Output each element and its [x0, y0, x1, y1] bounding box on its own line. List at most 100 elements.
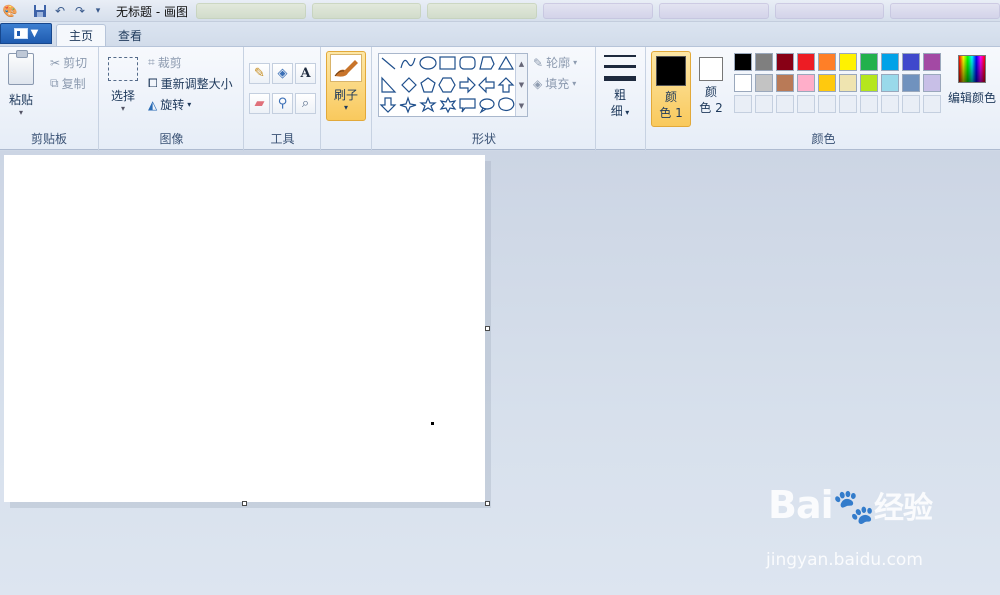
resize-handle-corner[interactable]	[485, 501, 490, 506]
undo-icon[interactable]: ↶	[52, 3, 68, 19]
pencil-tool[interactable]: ✎	[249, 63, 270, 84]
palette-swatch[interactable]	[818, 53, 836, 71]
eyedropper-icon: ⚲	[277, 96, 288, 111]
chevron-down-icon: ▾	[18, 108, 23, 117]
brush-group: 刷子 ▾	[322, 47, 372, 151]
copy-button[interactable]: ⧉ 复制	[50, 75, 86, 92]
palette-swatch[interactable]	[734, 53, 752, 71]
brush-label: 刷子	[333, 88, 358, 102]
tools-group-label: 工具	[270, 132, 295, 146]
drawing-workspace[interactable]: Bai🐾经验 jingyan.baidu.com	[0, 151, 1000, 595]
gallery-scrollbar[interactable]: ▲ ▼ ▼	[515, 54, 527, 116]
outline-button[interactable]: ✎ 轮廓 ▾	[533, 54, 577, 71]
magnifier-tool[interactable]: ⌕	[295, 93, 316, 114]
resize-handle-bottom[interactable]	[242, 501, 247, 506]
shapes-group: ▲ ▼ ▼ ✎ 轮廓 ▾ ◈ 填充 ▾ 形状	[373, 47, 596, 151]
custom-color-slot[interactable]	[923, 95, 941, 113]
customize-quick-access-icon[interactable]: ▾	[90, 3, 106, 19]
resize-button[interactable]: ⧠ 重新调整大小	[148, 75, 233, 92]
magnifier-icon: ⌕	[301, 96, 310, 111]
palette-swatch[interactable]	[797, 53, 815, 71]
custom-color-slot[interactable]	[839, 95, 857, 113]
custom-color-slot[interactable]	[734, 95, 752, 113]
scroll-up-icon[interactable]: ▲	[519, 60, 524, 68]
custom-color-slot[interactable]	[881, 95, 899, 113]
paste-label: 粘贴	[8, 93, 33, 107]
edit-colors-label: 编辑颜色	[947, 91, 996, 105]
edit-colors-button[interactable]: 编辑颜色	[946, 55, 998, 125]
palette-swatch[interactable]	[860, 74, 878, 92]
tab-view[interactable]: 查看	[106, 24, 154, 46]
palette-swatch[interactable]	[923, 74, 941, 92]
palette-swatch[interactable]	[902, 74, 920, 92]
color1-label: 颜色 1	[659, 90, 683, 120]
palette-swatch[interactable]	[839, 74, 857, 92]
chevron-down-icon: ▼	[30, 28, 39, 39]
custom-color-slot[interactable]	[776, 95, 794, 113]
fill-icon: ◈	[533, 76, 543, 91]
paint-app-icon[interactable]: 🎨	[2, 3, 18, 19]
palette-swatch[interactable]	[902, 53, 920, 71]
size-label-top: 粗	[613, 88, 626, 102]
brush-button[interactable]: 刷子 ▾	[326, 51, 366, 121]
ribbon: 粘贴 ▾ ✂ 剪切 ⧉ 复制 剪贴板 选择 ▾ ⌗ 裁剪 ⧠ 重新调整大小 ◭ …	[0, 46, 1000, 151]
custom-color-slot[interactable]	[860, 95, 878, 113]
chevron-down-icon: ▾	[343, 103, 348, 112]
cut-button[interactable]: ✂ 剪切	[50, 54, 87, 71]
gallery-expand-icon[interactable]: ▼	[519, 102, 524, 110]
palette-swatch[interactable]	[797, 74, 815, 92]
paste-button[interactable]: 粘贴 ▾	[8, 50, 34, 117]
rotate-button[interactable]: ◭ 旋转 ▾	[148, 96, 191, 113]
baidu-watermark-url: jingyan.baidu.com	[766, 550, 923, 570]
text-tool[interactable]: A	[295, 63, 316, 84]
palette-swatch[interactable]	[755, 53, 773, 71]
save-icon[interactable]	[32, 3, 48, 19]
shapes-icons	[379, 55, 515, 114]
custom-color-slot[interactable]	[797, 95, 815, 113]
scroll-down-icon[interactable]: ▼	[519, 81, 524, 89]
eraser-tool[interactable]: ▰	[249, 93, 270, 114]
palette-swatch[interactable]	[923, 53, 941, 71]
crop-button[interactable]: ⌗ 裁剪	[148, 54, 182, 71]
custom-color-slot[interactable]	[902, 95, 920, 113]
copy-label: 复制	[61, 77, 86, 91]
text-icon: A	[300, 66, 311, 81]
palette-swatch[interactable]	[818, 74, 836, 92]
palette-swatch[interactable]	[776, 53, 794, 71]
paint-menu-button[interactable]: ▼	[0, 23, 52, 44]
color1-button[interactable]: 颜色 1	[651, 51, 691, 127]
cut-label: 剪切	[63, 56, 88, 70]
window-title: 无标题 - 画图	[116, 5, 188, 19]
palette-swatch[interactable]	[860, 53, 878, 71]
tab-home[interactable]: 主页	[56, 24, 107, 46]
outline-label: 轮廓	[546, 56, 571, 70]
shapes-gallery[interactable]: ▲ ▼ ▼	[378, 53, 528, 117]
fill-label: 填充	[545, 77, 570, 91]
palette-swatch[interactable]	[734, 74, 752, 92]
resize-handle-right[interactable]	[485, 326, 490, 331]
select-button[interactable]: 选择 ▾	[108, 57, 138, 113]
size-button[interactable]: 粗 细 ▾	[604, 55, 636, 121]
palette-swatch[interactable]	[776, 74, 794, 92]
shapes-group-label: 形状	[471, 132, 496, 146]
custom-color-slot[interactable]	[755, 95, 773, 113]
color1-swatch	[656, 56, 686, 86]
custom-color-slot[interactable]	[818, 95, 836, 113]
paint-bucket-icon: ◈	[277, 66, 288, 81]
crop-icon: ⌗	[148, 55, 155, 69]
palette-swatch[interactable]	[881, 53, 899, 71]
color-picker-tool[interactable]: ⚲	[272, 93, 293, 114]
redo-icon[interactable]: ↷	[72, 3, 88, 19]
chevron-down-icon: ▾	[572, 79, 577, 88]
palette-swatch[interactable]	[839, 53, 857, 71]
size-label-bottom: 细 ▾	[610, 104, 630, 118]
color-spectrum-icon	[958, 55, 986, 83]
palette-swatch[interactable]	[755, 74, 773, 92]
fill-button[interactable]: ◈ 填充 ▾	[533, 75, 576, 92]
palette-swatch[interactable]	[881, 74, 899, 92]
drawing-canvas[interactable]	[4, 155, 485, 502]
color2-button[interactable]: 颜色 2	[693, 51, 729, 127]
fill-tool[interactable]: ◈	[272, 63, 293, 84]
resize-icon: ⧠	[148, 76, 158, 90]
rotate-label: 旋转	[160, 98, 185, 112]
